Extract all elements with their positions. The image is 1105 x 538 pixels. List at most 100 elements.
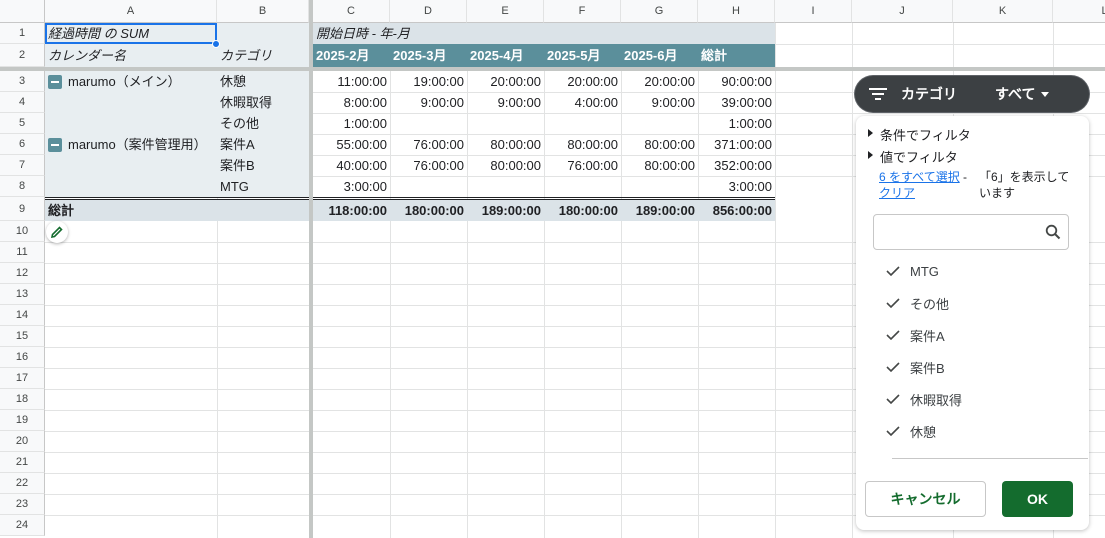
grand-total-label[interactable]: 総計 [45,200,217,221]
col-header-b[interactable]: B [217,0,309,23]
filter-value-item[interactable]: MTG [886,261,939,281]
value-cell[interactable]: 3:00:00 [313,176,390,197]
col-header-d[interactable]: D [390,0,467,23]
value-cell[interactable]: 352:00:00 [698,155,775,176]
total-header[interactable]: 総計 [698,45,775,66]
value-cell[interactable]: 76:00:00 [390,155,467,176]
row-header[interactable]: 5 [0,113,45,134]
collapse-group-button[interactable] [48,138,62,152]
column-freeze-handle[interactable] [309,0,313,538]
value-cell[interactable]: 8:00:00 [313,92,390,113]
value-cell[interactable]: 11:00:00 [313,71,390,92]
value-cell[interactable]: 20:00:00 [544,71,621,92]
row-header[interactable]: 9 [0,197,45,221]
total-cell[interactable]: 180:00:00 [544,200,621,221]
value-cell[interactable]: 1:00:00 [313,113,390,134]
grand-total-cell[interactable]: 856:00:00 [698,200,775,221]
value-cell[interactable]: 39:00:00 [698,92,775,113]
value-cell[interactable]: 76:00:00 [390,134,467,155]
value-cell[interactable]: 19:00:00 [390,71,467,92]
month-header[interactable]: 2025-2月 [313,45,390,66]
value-cell[interactable]: 80:00:00 [467,134,544,155]
select-all-link[interactable]: 6 をすべて選択 [879,170,960,184]
row-header[interactable]: 11 [0,242,45,263]
col-header-h[interactable]: H [698,0,775,23]
row-header[interactable]: 12 [0,263,45,284]
filter-value-item[interactable]: 休暇取得 [886,389,962,409]
col-header-f[interactable]: F [544,0,621,23]
cancel-button[interactable]: キャンセル [865,481,986,517]
edit-pivot-button[interactable] [46,221,68,243]
category-cell[interactable]: 休憩 [217,71,309,92]
row-header[interactable]: 20 [0,431,45,452]
value-cell[interactable]: 40:00:00 [313,155,390,176]
total-cell[interactable]: 189:00:00 [467,200,544,221]
group-name[interactable]: marumo（案件管理用） [65,134,217,155]
filter-chip-category[interactable]: カテゴリ すべて [855,76,1089,112]
row-freeze-handle[interactable] [0,67,1105,71]
value-cell[interactable]: 20:00:00 [621,71,698,92]
collapse-group-button[interactable] [48,75,62,89]
row-header[interactable]: 24 [0,515,45,536]
row-header[interactable]: 21 [0,452,45,473]
value-cell[interactable]: 9:00:00 [621,92,698,113]
filter-by-condition[interactable]: 条件でフィルタ [868,125,971,144]
col-header-a[interactable]: A [45,0,217,23]
row-header[interactable]: 17 [0,368,45,389]
select-all-corner[interactable] [0,0,45,23]
total-cell[interactable]: 118:00:00 [313,200,390,221]
filter-value-item[interactable]: 案件A [886,325,945,345]
row-header[interactable]: 18 [0,389,45,410]
filter-by-value[interactable]: 値でフィルタ [868,147,958,166]
col-header-e[interactable]: E [467,0,544,23]
category-cell[interactable]: 休暇取得 [217,92,309,113]
filter-value-item[interactable]: 休憩 [886,421,936,441]
col-header-j[interactable]: J [852,0,953,23]
filter-value-item[interactable]: 案件B [886,357,945,377]
row-header[interactable]: 8 [0,176,45,197]
value-cell[interactable]: 80:00:00 [621,134,698,155]
group-name[interactable]: marumo（メイン） [65,71,217,92]
filter-value-item[interactable]: その他 [886,293,949,313]
category-cell[interactable]: MTG [217,176,309,197]
value-cell[interactable]: 80:00:00 [621,155,698,176]
row-header[interactable]: 6 [0,134,45,155]
category-cell[interactable]: 案件A [217,134,309,155]
value-cell[interactable]: 90:00:00 [698,71,775,92]
col-header-k[interactable]: K [953,0,1053,23]
row-header[interactable]: 7 [0,155,45,176]
value-cell[interactable]: 20:00:00 [467,71,544,92]
col-header-i[interactable]: I [775,0,852,23]
row-header[interactable]: 22 [0,473,45,494]
value-cell[interactable]: 4:00:00 [544,92,621,113]
pivot-row-field-calendar[interactable]: カレンダー名 [45,45,217,66]
value-cell[interactable]: 76:00:00 [544,155,621,176]
row-header[interactable]: 10 [0,221,45,242]
category-cell[interactable]: 案件B [217,155,309,176]
row-header[interactable]: 19 [0,410,45,431]
total-cell[interactable]: 189:00:00 [621,200,698,221]
filter-search-input[interactable] [873,214,1069,250]
clear-link[interactable]: クリア [879,186,915,200]
value-cell[interactable]: 55:00:00 [313,134,390,155]
value-cell[interactable]: 371:00:00 [698,134,775,155]
col-header-c[interactable]: C [313,0,390,23]
col-header-l[interactable]: L [1053,0,1105,23]
value-cell[interactable]: 80:00:00 [544,134,621,155]
row-header[interactable]: 3 [0,71,45,92]
month-header[interactable]: 2025-4月 [467,45,544,66]
row-header[interactable]: 23 [0,494,45,515]
month-header[interactable]: 2025-6月 [621,45,698,66]
row-header[interactable]: 1 [0,23,45,44]
col-header-g[interactable]: G [621,0,698,23]
value-cell[interactable]: 1:00:00 [698,113,775,134]
value-cell[interactable]: 3:00:00 [698,176,775,197]
total-cell[interactable]: 180:00:00 [390,200,467,221]
row-header[interactable]: 16 [0,347,45,368]
value-cell[interactable]: 9:00:00 [467,92,544,113]
pivot-column-field[interactable]: 開始日時 - 年-月 [313,23,513,44]
value-cell[interactable]: 80:00:00 [467,155,544,176]
row-header[interactable]: 15 [0,326,45,347]
month-header[interactable]: 2025-3月 [390,45,467,66]
category-cell[interactable]: その他 [217,113,309,134]
